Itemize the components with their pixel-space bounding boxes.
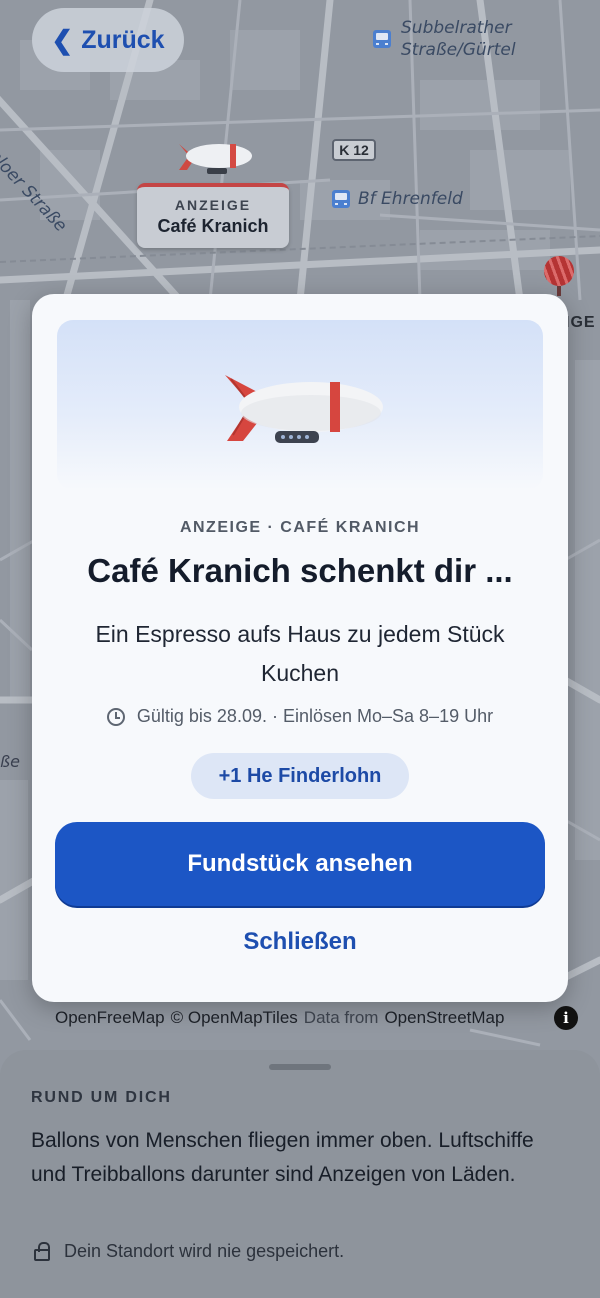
ad-modal: ANZEIGE · CAFÉ KRANICH Café Kranich sche… xyxy=(32,294,568,1002)
map-label-stop: Bf Ehrenfeld xyxy=(358,189,463,209)
ad-subtitle: Ein Espresso aufs Haus zu jedem Stück Ku… xyxy=(95,621,505,686)
chevron-left-icon: ❮ xyxy=(51,25,74,55)
balloon-marker-icon[interactable] xyxy=(544,256,574,296)
info-icon[interactable]: i xyxy=(554,1006,578,1030)
map-label-stop: Subbelrather xyxy=(401,18,512,38)
view-find-button[interactable]: Fundstück ansehen xyxy=(55,822,545,906)
map-label-stop: Straße/Gürtel xyxy=(401,40,516,60)
reward-badge: +1 He Finderlohn xyxy=(191,753,409,799)
bus-stop-icon xyxy=(373,30,391,48)
lock-icon xyxy=(34,1241,50,1261)
privacy-note-text: Dein Standort wird nie gespeichert. xyxy=(64,1241,345,1261)
ad-eyebrow: ANZEIGE · CAFÉ KRANICH xyxy=(179,519,421,536)
map-label-fragment: ße xyxy=(0,752,20,771)
ad-hero-banner xyxy=(57,320,543,490)
map-label-fragment: IGE xyxy=(565,314,596,331)
ad-pin-name: Café Kranich xyxy=(157,216,269,236)
attribution-openfreemap-link[interactable]: OpenFreeMap xyxy=(55,1008,165,1028)
bus-stop-icon xyxy=(332,190,350,208)
ad-map-pin[interactable]: ANZEIGE Café Kranich xyxy=(137,183,289,248)
close-button[interactable]: Schließen xyxy=(32,928,568,956)
attribution-openmaptiles-link[interactable]: © OpenMapTiles xyxy=(171,1008,298,1028)
map-attribution: OpenFreeMap © OpenMapTiles Data from Ope… xyxy=(55,1008,504,1028)
sheet-body-text: Ballons von Menschen fliegen immer oben.… xyxy=(31,1129,534,1186)
privacy-note: Dein Standort wird nie gespeichert. xyxy=(34,1241,344,1262)
ad-pin-kicker: ANZEIGE xyxy=(174,197,252,213)
sheet-heading: RUND UM DICH xyxy=(31,1089,172,1106)
back-button-label: Zurück xyxy=(81,25,165,54)
ad-validity: Gültig bis 28.09. · Einlösen Mo–Sa 8–19 … xyxy=(32,706,568,727)
clock-icon xyxy=(106,707,125,726)
back-button[interactable]: ❮ Zurück xyxy=(32,8,184,72)
sheet-drag-handle[interactable] xyxy=(269,1064,331,1070)
road-number-shield: K 12 xyxy=(332,139,376,161)
ad-validity-text: Gültig bis 28.09. · Einlösen Mo–Sa 8–19 … xyxy=(136,706,494,726)
attribution-osm-link[interactable]: OpenStreetMap xyxy=(384,1008,504,1028)
airship-marker-icon[interactable] xyxy=(175,138,255,178)
ad-title: Café Kranich schenkt dir ... xyxy=(87,552,513,589)
attribution-text: Data from xyxy=(303,1008,379,1027)
bottom-sheet: RUND UM DICH Ballons von Menschen fliege… xyxy=(0,1050,600,1298)
airship-icon xyxy=(225,375,383,443)
